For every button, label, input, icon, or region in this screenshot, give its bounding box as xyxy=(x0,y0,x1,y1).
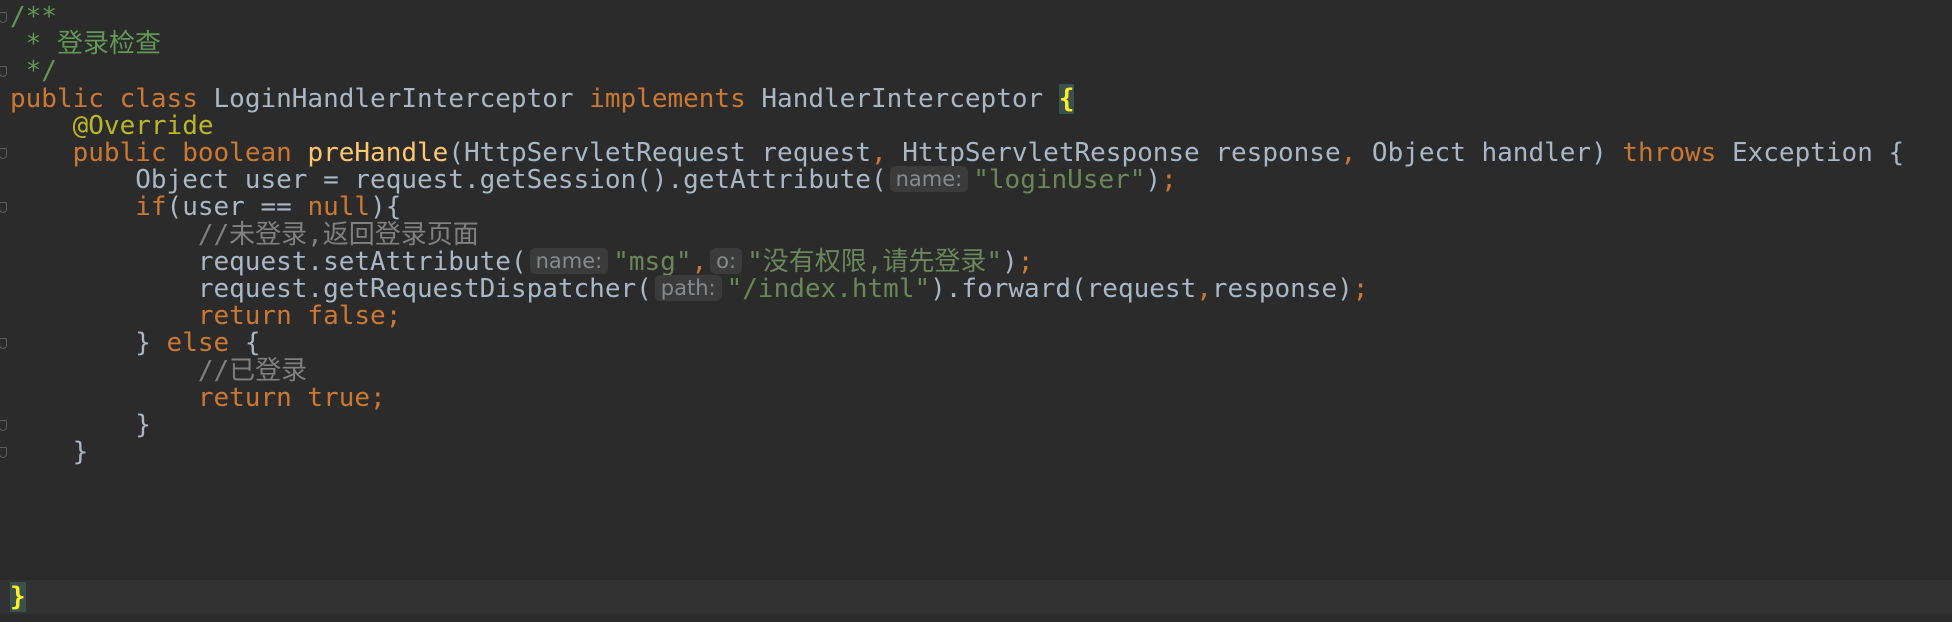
code-text: } xyxy=(135,410,151,440)
code-text: } xyxy=(72,437,89,467)
keyword: true xyxy=(307,383,371,413)
editor-gutter xyxy=(0,0,10,622)
parameter-hint: name: xyxy=(529,248,609,274)
code-text: response) xyxy=(1211,274,1353,304)
code-line-close-class[interactable]: } xyxy=(10,580,26,614)
fold-marker-icon[interactable] xyxy=(0,148,7,159)
code-editor[interactable]: /** * 登录检查 */ public class LoginHandlerI… xyxy=(0,0,1952,622)
parameter-hint: o: xyxy=(710,248,743,274)
class-name: LoginHandlerInterceptor xyxy=(213,84,574,114)
fold-marker-icon[interactable] xyxy=(0,12,7,23)
matched-brace: } xyxy=(10,582,26,612)
keyword: throws xyxy=(1622,138,1717,168)
fold-marker-icon[interactable] xyxy=(0,202,7,213)
code-line-close-method[interactable]: } xyxy=(10,435,89,469)
keyword: false xyxy=(307,301,386,331)
param-name: handler xyxy=(1481,138,1592,168)
parameter-hint: name: xyxy=(889,166,969,192)
exception-type: Exception xyxy=(1731,138,1873,168)
interface-name: HandlerInterceptor xyxy=(761,84,1044,114)
parameter-hint: path: xyxy=(654,275,722,301)
keyword: implements xyxy=(589,84,746,114)
param-type: Object xyxy=(1371,138,1466,168)
fold-marker-icon[interactable] xyxy=(0,66,7,77)
fold-marker-icon[interactable] xyxy=(0,447,7,458)
fold-marker-icon[interactable] xyxy=(0,420,7,431)
code-text: ).forward(request xyxy=(930,274,1197,304)
string-literal: "loginUser" xyxy=(973,165,1146,195)
fold-marker-icon[interactable] xyxy=(0,338,7,349)
current-line-highlight xyxy=(0,580,1952,614)
param-name: response xyxy=(1215,138,1341,168)
matched-brace: { xyxy=(1058,84,1075,114)
keyword: return xyxy=(197,383,292,413)
string-literal: "/index.html" xyxy=(726,274,931,304)
